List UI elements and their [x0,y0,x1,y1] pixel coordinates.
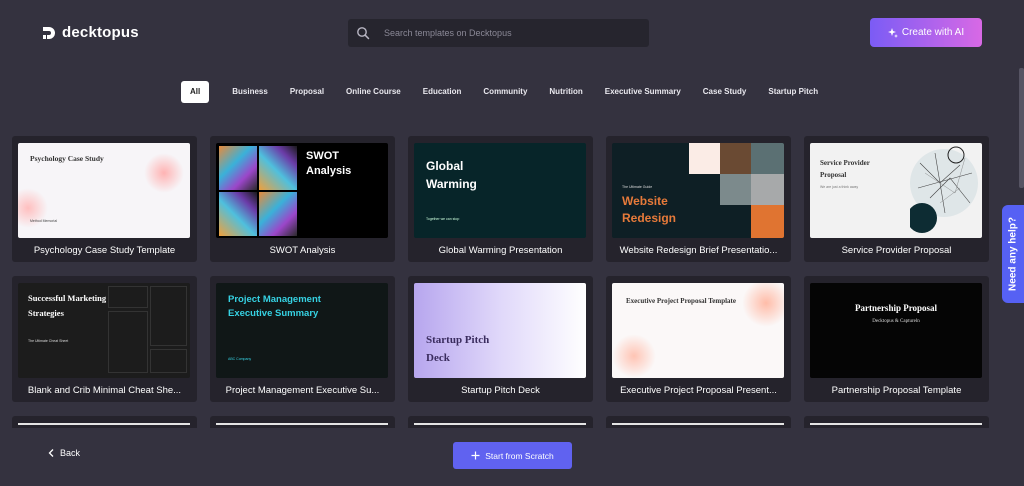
chevron-left-icon [48,449,54,457]
template-card[interactable]: Global Warming Together we can stop Glob… [408,136,593,262]
template-title: Psychology Case Study Template [33,245,176,256]
category-chip-online-course[interactable]: Online Course [335,81,412,103]
template-card[interactable]: The Ultimate Guide Website Redesign Webs… [606,136,791,262]
template-thumbnail: Psychology Case Study Method Memorial [18,143,190,238]
template-card[interactable]: Project Management Executive Summary ABC… [210,276,395,402]
template-title: Partnership Proposal Template [831,385,962,396]
thumbnail-title: Successful Marketing Strategies [28,293,107,318]
template-card[interactable]: Service Provider Proposal We are just a … [804,136,989,262]
thumbnail-title: Executive Project Proposal Template [626,297,736,305]
template-thumbnail: SWOT Analysis [216,143,388,238]
category-chip-all[interactable]: All [181,81,210,103]
template-thumbnail: Partnership Proposal Decktopus & Capture… [810,283,982,378]
template-title: Website Redesign Brief Presentatio... [619,245,778,256]
create-with-ai-button[interactable]: Create with AI [870,18,982,47]
template-card[interactable]: Executive Project Proposal Template Exec… [606,276,791,402]
category-chip-case-study[interactable]: Case Study [692,81,758,103]
template-thumbnail: Successful Marketing Strategies The Ulti… [18,283,190,378]
thumbnail-subtitle: Together we can stop [426,217,460,221]
template-thumbnail: Executive Project Proposal Template [612,283,784,378]
template-card[interactable]: SWOT Analysis SWOT Analysis [210,136,395,262]
search-input[interactable] [384,28,634,38]
sparkle-icon [887,27,898,38]
thumbnail-title: Startup Pitch Deck [426,334,490,364]
thumbnail-subtitle: The Ultimate Guide [622,185,653,189]
circuit-illustration [910,146,978,233]
template-title: SWOT Analysis [269,245,336,256]
template-title: Executive Project Proposal Present... [620,385,777,396]
logo-text: decktopus [62,24,139,41]
thumbnail-title: Partnership Proposal [854,303,938,313]
thumbnail-title: Service Provider Proposal [820,159,870,179]
template-title: Project Management Executive Su... [225,385,380,396]
start-from-scratch-label: Start from Scratch [485,450,554,461]
category-chip-business[interactable]: Business [221,81,279,103]
need-help-tab[interactable]: Need any help? [1002,205,1024,303]
thumbnail-title: Psychology Case Study [30,154,104,163]
logo-icon [43,26,55,39]
category-chip-education[interactable]: Education [412,81,473,103]
template-card[interactable]: Partnership Proposal Decktopus & Capture… [804,276,989,402]
category-chip-startup-pitch[interactable]: Startup Pitch [757,81,829,103]
category-chip-community[interactable]: Community [472,81,538,103]
thumbnail-subtitle: The Ultimate Cheat Sheet [28,339,69,343]
template-title: Startup Pitch Deck [461,385,540,396]
scrollbar-thumb[interactable] [1019,68,1024,188]
thumbnail-subtitle: Method Memorial [30,219,58,223]
category-chip-nutrition[interactable]: Nutrition [538,81,593,103]
template-card[interactable]: Psychology Case Study Method Memorial Ps… [12,136,197,262]
template-title: Service Provider Proposal [841,245,952,256]
thumbnail-subtitle: ABC Company [228,357,252,361]
template-card[interactable]: Startup Pitch Deck Startup Pitch Deck [408,276,593,402]
search-icon [357,27,370,40]
thumbnail-title: SWOT Analysis [306,150,352,177]
template-thumbnail: Startup Pitch Deck [414,283,586,378]
category-chip-executive-summary[interactable]: Executive Summary [594,81,692,103]
thumbnail-title: Project Management Executive Summary [228,294,321,319]
back-label: Back [60,448,81,458]
template-thumbnail: Project Management Executive Summary ABC… [216,283,388,378]
thumbnail-subtitle: We are just a think away [820,185,859,189]
template-grid: Psychology Case Study Method Memorial Ps… [12,136,989,402]
template-thumbnail: Service Provider Proposal We are just a … [810,143,982,238]
plus-icon [471,451,480,460]
template-card[interactable]: Successful Marketing Strategies The Ulti… [12,276,197,402]
start-from-scratch-button[interactable]: Start from Scratch [453,442,572,469]
template-thumbnail: Global Warming Together we can stop [414,143,586,238]
thumbnail-title: Website Redesign [622,194,677,225]
create-with-ai-label: Create with AI [901,27,965,38]
template-title: Global Warming Presentation [438,245,563,256]
decktopus-logo[interactable]: decktopus [42,24,139,41]
thumbnail-subtitle: Decktopus & Captureln [872,319,920,324]
search-bar[interactable] [348,19,649,47]
back-button[interactable]: Back [48,448,80,458]
thumbnail-title: Global Warming [426,159,477,191]
template-title: Blank and Crib Minimal Cheat She... [27,385,182,396]
category-chip-proposal[interactable]: Proposal [279,81,335,103]
category-filter-bar: All Business Proposal Online Course Educ… [181,81,829,103]
template-thumbnail: The Ultimate Guide Website Redesign [612,143,784,238]
need-help-label: Need any help? [1007,217,1019,291]
